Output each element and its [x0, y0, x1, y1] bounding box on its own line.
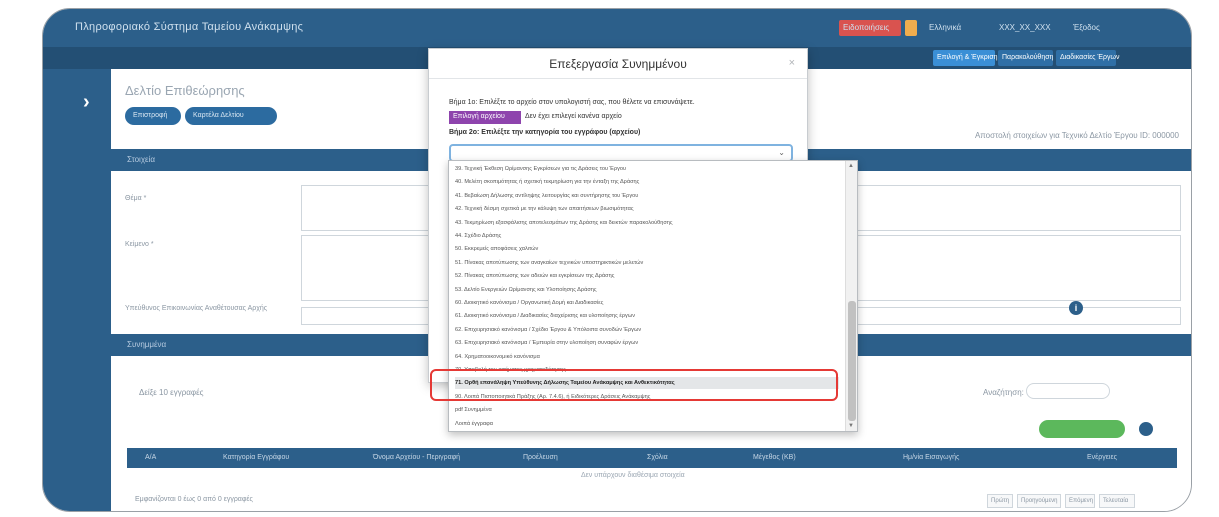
- sidebar-toggle-icon[interactable]: ›: [83, 91, 90, 114]
- info-icon[interactable]: i: [1069, 301, 1083, 315]
- col-aa[interactable]: Α/Α: [145, 454, 156, 461]
- app-brand: Πληροφοριακό Σύστημα Ταμείου Ανάκαμψης: [75, 21, 304, 33]
- dropdown-option[interactable]: 60. Διοικητικό κανόνισμα / Οργανωτική Δο…: [455, 297, 839, 309]
- col-actions: Ενέργειες: [1087, 454, 1117, 461]
- logout-link[interactable]: Έξοδος: [1073, 23, 1100, 32]
- dropdown-option[interactable]: 44. Σχέδιο Δράσης: [455, 230, 839, 242]
- bell-icon[interactable]: [905, 20, 917, 36]
- dropdown-option[interactable]: 52. Πίνακας αποτύπωσης των αδειών και εγ…: [455, 270, 839, 282]
- scroll-down-icon[interactable]: ▼: [848, 423, 854, 429]
- back-button[interactable]: Επιστροφή: [125, 107, 181, 125]
- pager-prev[interactable]: Προηγούμενη: [1017, 494, 1061, 508]
- dropdown-scrollbar[interactable]: ▲ ▼: [845, 161, 857, 431]
- empty-table-message: Δεν υπάρχουν διαθέσιμα στοιχεία: [581, 472, 685, 479]
- dropdown-option[interactable]: 51. Πίνακας αποτύπωσης των αναγκαίων τεχ…: [455, 257, 839, 269]
- text-label: Κείμενο *: [125, 241, 154, 248]
- col-origin[interactable]: Προέλευση: [523, 454, 558, 461]
- contact-label: Υπεύθυνος Επικοινωνίας Αναθέτουσας Αρχής: [125, 305, 268, 312]
- dropdown-option[interactable]: pdf Συνημμένα: [455, 404, 839, 416]
- dropdown-option[interactable]: 53. Δελτίο Ενεργειών Ωρίμανσης και Υλοπο…: [455, 284, 839, 296]
- close-icon[interactable]: ×: [789, 57, 795, 69]
- page-meta: Αποστολή στοιχείων για Τεχνικό Δελτίο Έρ…: [974, 131, 1179, 140]
- scroll-up-icon[interactable]: ▲: [848, 163, 854, 169]
- col-size[interactable]: Μέγεθος (ΚΒ): [753, 454, 796, 461]
- pager-next[interactable]: Επόμενη: [1065, 494, 1095, 508]
- col-category[interactable]: Κατηγορία Εγγράφου: [223, 454, 289, 461]
- modal-title: Επεξεργασία Συνημμένου: [549, 57, 687, 71]
- chevron-down-icon: ⌄: [778, 148, 785, 157]
- nav-approval[interactable]: Επιλογή & Έγκριση: [933, 50, 998, 66]
- dropdown-option[interactable]: 50. Εκκρεμείς αποφάσεις χαλιτών: [455, 243, 839, 255]
- col-filename[interactable]: Όνομα Αρχείου - Περιγραφή: [373, 454, 460, 461]
- search-label: Αναζήτηση:: [983, 388, 1024, 397]
- dropdown-option[interactable]: 64. Χρηματοοικονομικό κανόνισμα: [455, 351, 839, 363]
- dropdown-option[interactable]: 43. Τεκμηρίωση εξασφάλισης αποτελεσμάτων…: [455, 217, 839, 229]
- table-info: Εμφανίζονται 0 έως 0 από 0 εγγραφές: [135, 496, 253, 503]
- user-menu[interactable]: ΧΧΧ_ΧΧ_ΧΧΧ: [999, 23, 1051, 32]
- dropdown-option[interactable]: 39. Τεχνική Έκθεση Ωρίμανσης Εγκρίσεων γ…: [455, 163, 839, 175]
- col-date[interactable]: Ημ/νία Εισαγωγής: [903, 454, 959, 461]
- dropdown-option[interactable]: 61. Διοικητικό κανόνισμα / Διαδικασίες δ…: [455, 310, 839, 322]
- search-input[interactable]: [1026, 383, 1110, 399]
- help-icon[interactable]: [1139, 422, 1153, 436]
- step1-text: Βήμα 1ο: Επιλέξτε το αρχείο στον υπολογι…: [449, 99, 695, 106]
- pager-first[interactable]: Πρώτη: [987, 494, 1013, 508]
- table-header: Α/Α Κατηγορία Εγγράφου Όνομα Αρχείου - Π…: [127, 448, 1177, 468]
- col-comments[interactable]: Σχόλια: [647, 454, 668, 461]
- dropdown-option[interactable]: 40. Μελέτη σκοπιμότητας ή σχετική τεκμηρ…: [455, 176, 839, 188]
- top-bar: Πληροφοριακό Σύστημα Ταμείου Ανάκαμψης Ε…: [43, 9, 1191, 47]
- add-attachment-button[interactable]: [1039, 420, 1125, 438]
- dropdown-option[interactable]: 42. Τεχνική δέσμη σχετικά με την κάλυψη …: [455, 203, 839, 215]
- subject-label: Θέμα *: [125, 195, 147, 202]
- language-selector[interactable]: Ελληνικά: [929, 23, 961, 32]
- dropdown-option[interactable]: 63. Επιχειρησιακό κανόνισμα / Έμπειρία σ…: [455, 337, 839, 349]
- no-file-text: Δεν έχει επιλεγεί κανένα αρχείο: [525, 113, 622, 120]
- dropdown-option[interactable]: 62. Επιχειρησιακό κανόνισμα / Σχέδιο Έργ…: [455, 324, 839, 336]
- alert-label: Ειδοποιήσεις: [843, 23, 890, 32]
- pager-last[interactable]: Τελευταία: [1099, 494, 1135, 508]
- card-button[interactable]: Καρτέλα Δελτίου: [185, 107, 277, 125]
- scroll-thumb[interactable]: [848, 301, 856, 421]
- highlight-annotation: [430, 369, 838, 401]
- sidebar: [43, 69, 111, 511]
- nav-monitoring[interactable]: Παρακολούθηση: [998, 50, 1053, 66]
- nav-procedures[interactable]: Διαδικασίες Έργων: [1056, 50, 1119, 66]
- dropdown-option[interactable]: Λοιπά έγγραφα: [455, 418, 839, 430]
- page-length-select[interactable]: Δείξε 10 εγγραφές: [139, 388, 204, 397]
- page-title: Δελτίο Επιθεώρησης: [125, 83, 245, 98]
- step2-text: Βήμα 2ο: Επιλέξτε την κατηγορία του εγγρ…: [449, 129, 641, 136]
- modal-header: Επεξεργασία Συνημμένου ×: [429, 49, 807, 79]
- dropdown-option[interactable]: 41. Βεβαίωση Δήλωσης αντίληψης λειτουργί…: [455, 190, 839, 202]
- choose-file-button[interactable]: Επιλογή αρχείου: [449, 111, 521, 124]
